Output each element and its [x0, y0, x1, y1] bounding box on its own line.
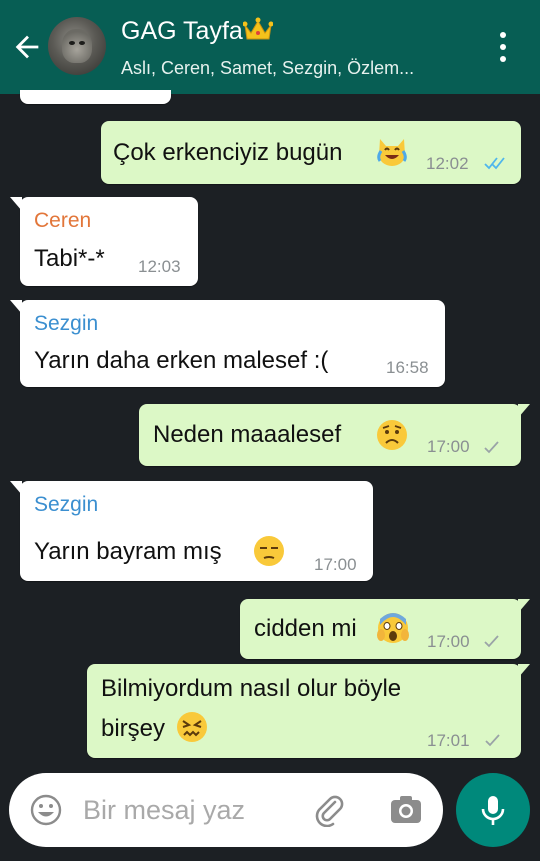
unamused-face-emoji: [254, 536, 284, 566]
microphone-icon: [481, 796, 505, 825]
message-bubble-incoming[interactable]: Ceren Tabi*-* 12:03: [20, 197, 198, 286]
check-sent-icon: [484, 635, 499, 648]
chat-header: GAG Tayfa Aslı, Ceren, Samet, Sezgin, Öz…: [0, 0, 540, 94]
cat-tears-of-joy-emoji: [377, 139, 407, 166]
message-text: cidden mi: [254, 615, 357, 642]
check-sent-icon: [485, 734, 500, 747]
message-sender: Sezgin: [34, 493, 99, 516]
worried-face-emoji: [377, 420, 407, 450]
message-text: Neden maaalesef: [153, 421, 342, 448]
message-time: 16:58: [386, 358, 429, 377]
message-text: Yarın bayram mış: [34, 538, 222, 565]
message-time: 17:01: [427, 731, 470, 750]
bubble-tail: [10, 300, 22, 314]
message-time: 17:00: [314, 555, 357, 574]
bubble-tail: [10, 197, 22, 211]
double-check-read-icon: [484, 157, 505, 170]
message-text-line-1: Bilmiyordum nasıl olur böyle: [101, 675, 402, 702]
message-time: 17:00: [427, 632, 470, 651]
group-members[interactable]: Aslı, Ceren, Samet, Sezgin, Özlem...: [121, 58, 481, 79]
message-bubble-outgoing[interactable]: Neden maaalesef 17:00: [139, 404, 521, 466]
message-sender: Ceren: [34, 209, 92, 232]
message-bubble-incoming[interactable]: Sezgin Yarın daha erken malesef :( 16:58: [20, 300, 445, 387]
confounded-face-emoji: [177, 712, 207, 742]
microphone-button[interactable]: [456, 773, 530, 847]
message-text: Çok erkenciyiz bugün: [113, 139, 343, 166]
message-bubble-outgoing[interactable]: Çok erkenciyiz bugün 12:02: [101, 121, 521, 184]
check-sent-icon: [484, 441, 499, 454]
bubble-tail: [518, 404, 530, 418]
screaming-face-emoji: [377, 613, 409, 643]
group-name: GAG Tayfa: [121, 17, 243, 45]
message-composer: Bir mesaj yaz: [9, 773, 443, 847]
more-vert-icon[interactable]: [493, 30, 513, 64]
message-text-line-2: birşey: [101, 715, 166, 742]
emoji-smiley-icon[interactable]: [29, 793, 63, 827]
group-title[interactable]: GAG Tayfa: [121, 17, 274, 46]
bubble-tail: [518, 599, 530, 613]
arrow-left-icon[interactable]: [10, 30, 44, 64]
message-text: Tabi*-*: [34, 245, 105, 272]
bubble-tail: [518, 664, 530, 678]
camera-icon[interactable]: [389, 793, 423, 827]
group-avatar[interactable]: [48, 17, 106, 75]
crown-emoji: [242, 17, 274, 40]
partial-message-bubble: [20, 90, 171, 104]
message-bubble-outgoing[interactable]: cidden mi 17:00: [240, 599, 521, 659]
message-sender: Sezgin: [34, 312, 99, 335]
bubble-tail: [10, 481, 22, 495]
message-time: 12:03: [138, 257, 181, 276]
message-input[interactable]: Bir mesaj yaz: [83, 795, 245, 826]
message-time: 17:00: [427, 437, 470, 456]
message-bubble-incoming[interactable]: Sezgin Yarın bayram mış 17:00: [20, 481, 373, 581]
paperclip-icon[interactable]: [313, 793, 347, 827]
message-bubble-outgoing[interactable]: Bilmiyordum nasıl olur böyle birşey 17:0…: [87, 664, 521, 758]
message-text: Yarın daha erken malesef :(: [34, 347, 329, 374]
message-time: 12:02: [426, 154, 469, 173]
